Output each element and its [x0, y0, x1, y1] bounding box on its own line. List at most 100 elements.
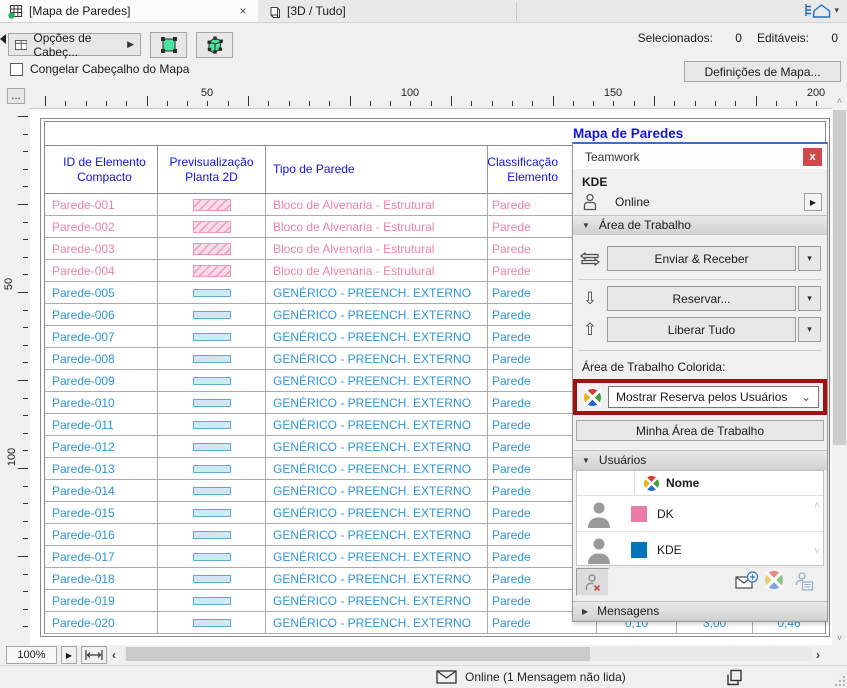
zoom-level-button[interactable]: 100% — [6, 646, 57, 664]
cell-element-id: Parede-004 — [45, 260, 158, 281]
current-user-name: KDE — [582, 175, 827, 189]
scroll-up-icon[interactable]: ˄ — [814, 501, 820, 511]
remove-user-button[interactable] — [576, 568, 609, 596]
send-message-button[interactable] — [735, 571, 759, 594]
scroll-down-icon[interactable]: ˅ — [832, 630, 847, 645]
dock-collapse-arrow-icon[interactable] — [0, 34, 6, 44]
section-workspace[interactable]: ▼ Área de Trabalho — [573, 215, 827, 235]
scroll-right-icon[interactable]: › — [816, 648, 820, 662]
column-header-preview[interactable]: Previsualização Planta 2D — [158, 146, 266, 193]
ruler-tick — [735, 101, 736, 106]
select-3d-button[interactable] — [196, 32, 233, 58]
my-workspace-button[interactable]: Minha Área de Trabalho — [576, 420, 824, 441]
section-messages[interactable]: ▶ Mensagens — [573, 601, 827, 621]
cell-wall-type: Bloco de Alvenaria - Estrutural — [266, 238, 488, 259]
cell-preview — [158, 590, 266, 611]
cell-preview — [158, 370, 266, 391]
users-list-header[interactable]: Nome — [577, 471, 823, 496]
column-header-type[interactable]: Tipo de Parede — [266, 146, 488, 193]
ruler-label: 50 — [201, 87, 213, 99]
ruler-tick — [23, 415, 28, 416]
navigator-button[interactable]: ▾ — [805, 2, 839, 19]
zoom-scroll-bar: 100% ▶ ‹ › — [0, 645, 847, 665]
status-more-button[interactable]: ▶ — [804, 193, 822, 211]
ruler-tick — [268, 101, 269, 106]
cell-element-id: Parede-012 — [45, 436, 158, 457]
release-arrow-icon: ⇧ — [573, 320, 607, 340]
column-header-id[interactable]: ID de Elemento Compacto — [45, 146, 158, 193]
palette-title-bar[interactable]: Teamwork x — [573, 144, 827, 169]
cell-preview — [158, 414, 266, 435]
tab-label: [3D / Tudo] — [287, 4, 346, 18]
annotation-highlight-box: Mostrar Reserva pelos Usuários ⌄ — [573, 379, 827, 415]
scroll-down-icon[interactable]: ˅ — [814, 547, 820, 557]
release-all-button[interactable]: Liberar Tudo — [607, 317, 796, 342]
wall-preview-swatch — [193, 399, 231, 407]
cell-wall-type: Bloco de Alvenaria - Estrutural — [266, 194, 488, 215]
map-settings-label: Definições de Mapa... — [704, 65, 820, 79]
select-2d-button[interactable] — [150, 32, 187, 58]
map-settings-button[interactable]: Definições de Mapa... — [684, 61, 841, 82]
send-receive-button[interactable]: Enviar & Receber — [607, 246, 796, 271]
section-expanded-icon: ▼ — [582, 456, 590, 465]
tab-close-icon[interactable]: × — [236, 4, 250, 18]
reserve-button[interactable]: Reservar... — [607, 286, 796, 311]
teamwork-status-message[interactable]: Online (1 Mensagem não lida) — [436, 670, 626, 684]
ruler-tick — [451, 96, 452, 106]
horizontal-scrollbar-thumb[interactable] — [126, 647, 590, 661]
scroll-left-icon[interactable]: ‹ — [112, 648, 116, 662]
cell-preview — [158, 304, 266, 325]
cell-element-id: Parede-002 — [45, 216, 158, 237]
wall-preview-swatch — [193, 487, 231, 495]
vertical-ruler[interactable]: 50100 — [0, 108, 30, 645]
scroll-up-icon[interactable]: ˄ — [832, 93, 847, 108]
section-users[interactable]: ▼ Usuários — [573, 450, 827, 470]
vertical-scrollbar[interactable]: ˄ ˅ — [832, 93, 847, 645]
cell-wall-type: GENÉRICO - PREENCH. EXTERNO — [266, 304, 488, 325]
color-wheel-icon[interactable] — [765, 571, 783, 589]
horizontal-scrollbar[interactable] — [124, 647, 812, 661]
close-icon[interactable]: x — [803, 148, 822, 166]
vertical-scrollbar-thumb[interactable] — [833, 110, 846, 445]
resize-grip[interactable] — [833, 674, 845, 686]
tab-3d-tudo[interactable]: [3D / Tudo] — [259, 0, 516, 22]
chevron-down-icon: ⌄ — [801, 390, 811, 404]
ruler-tick — [23, 186, 28, 187]
cell-wall-type: GENÉRICO - PREENCH. EXTERNO — [266, 282, 488, 303]
header-options-button[interactable]: Opções de Cabeç... ▶ — [8, 33, 141, 56]
user-row[interactable]: KDE — [577, 532, 823, 568]
cell-preview — [158, 260, 266, 281]
restore-window-icon[interactable] — [726, 669, 743, 688]
tab-mapa-de-paredes[interactable]: [Mapa de Paredes] × — [0, 0, 258, 22]
ruler-tick — [23, 521, 28, 522]
wall-preview-swatch — [193, 243, 231, 255]
wall-preview-swatch — [193, 199, 231, 211]
send-receive-row: Enviar & Receber ▾ — [573, 246, 827, 271]
reserve-dropdown[interactable]: ▾ — [798, 286, 821, 311]
release-all-dropdown[interactable]: ▾ — [798, 317, 821, 342]
ruler-tick — [23, 151, 28, 152]
fit-in-window-button[interactable] — [81, 646, 107, 664]
checkbox-icon[interactable] — [10, 63, 23, 76]
zoom-menu-button[interactable]: ▶ — [61, 646, 77, 664]
zoom-level-value: 100% — [17, 649, 45, 661]
cell-element-id: Parede-016 — [45, 524, 158, 545]
release-all-label: Liberar Tudo — [668, 323, 735, 337]
divider — [579, 279, 821, 280]
ruler-tick — [23, 503, 28, 504]
ruler-tick — [23, 134, 28, 135]
freeze-header-checkbox[interactable]: Congelar Cabeçalho do Mapa — [10, 62, 189, 76]
user-row[interactable]: DK — [577, 496, 823, 532]
cell-preview — [158, 326, 266, 347]
user-details-button[interactable] — [794, 571, 814, 594]
colored-workspace-select[interactable]: Mostrar Reserva pelos Usuários ⌄ — [608, 386, 819, 408]
wall-preview-swatch — [193, 619, 231, 627]
ruler-options-button[interactable]: ... — [7, 88, 25, 104]
horizontal-ruler[interactable]: 50100150200 — [30, 85, 832, 108]
cell-element-id: Parede-017 — [45, 546, 158, 567]
ruler-tick — [23, 609, 28, 610]
send-receive-dropdown[interactable]: ▾ — [798, 246, 821, 271]
ruler-tick — [23, 538, 28, 539]
section-workspace-label: Área de Trabalho — [599, 218, 691, 232]
ruler-tick — [23, 433, 28, 434]
